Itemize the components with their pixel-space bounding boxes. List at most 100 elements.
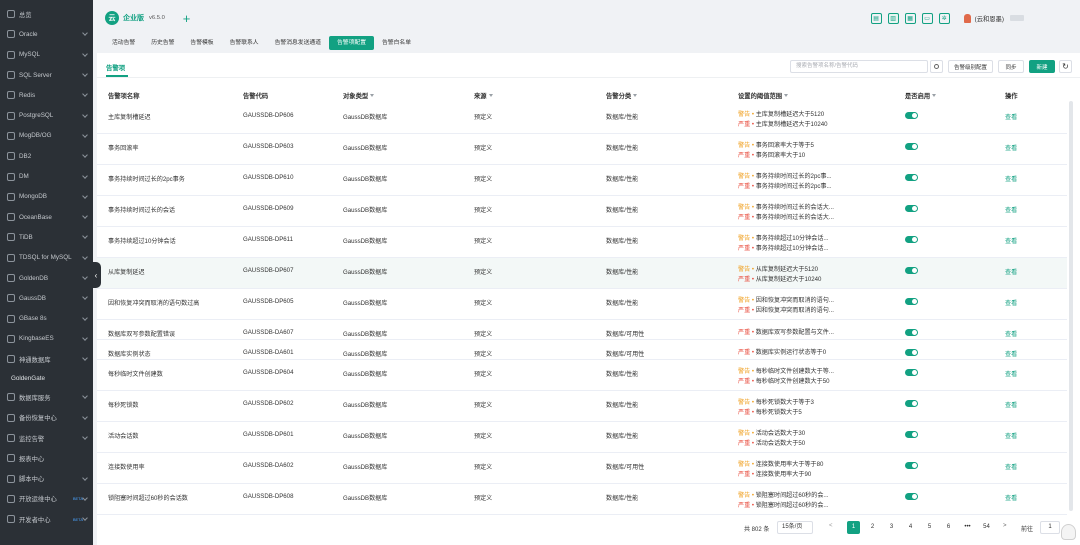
enabled-toggle[interactable] [905, 174, 918, 181]
view-link[interactable]: 查看 [1005, 300, 1017, 307]
sidebar-item[interactable]: 报表中心 [0, 448, 93, 468]
user-menu[interactable]: (云和恩墨) [963, 13, 1024, 23]
sidebar-collapse-button[interactable]: ‹ [91, 262, 101, 288]
view-link[interactable]: 查看 [1005, 207, 1017, 214]
view-link[interactable]: 查看 [1005, 331, 1017, 338]
sidebar-item[interactable]: 数据库服务 [0, 387, 93, 407]
sidebar-item[interactable]: 脚本中心 [0, 469, 93, 489]
assistant-mascot-icon[interactable] [1061, 524, 1076, 540]
add-tab-button[interactable]: + [183, 12, 191, 25]
sidebar-item[interactable]: GoldenDB [0, 268, 93, 288]
enabled-toggle[interactable] [905, 267, 918, 274]
sidebar-item[interactable]: MongoDB [0, 187, 93, 207]
table-row[interactable]: 主库复制槽延迟 GAUSSDB-DP606 GaussDB数据库 预定义 数据库/性能 警… [97, 103, 1067, 134]
enabled-toggle[interactable] [905, 205, 918, 212]
sidebar-item[interactable]: 开放运维中心 BETA [0, 489, 93, 509]
page-ellipsis[interactable]: ••• [961, 521, 974, 534]
filter-icon[interactable] [932, 94, 937, 98]
sidebar-item[interactable]: Redis [0, 85, 93, 105]
view-link[interactable]: 查看 [1005, 464, 1017, 471]
sidebar-item[interactable]: OceanBase [0, 207, 93, 227]
tab[interactable]: 告警消息发送通道 [267, 36, 329, 50]
enabled-toggle[interactable] [905, 349, 918, 356]
settings-gear-icon[interactable]: ✲ [938, 12, 950, 24]
view-link[interactable]: 查看 [1005, 176, 1017, 183]
user-dropdown[interactable] [1010, 15, 1024, 21]
sidebar-item[interactable]: 监控告警 [0, 428, 93, 448]
enabled-toggle[interactable] [905, 369, 918, 376]
sidebar-item[interactable]: MySQL [0, 45, 93, 65]
tab[interactable]: 告警白名单 [374, 36, 419, 50]
view-link[interactable]: 查看 [1005, 351, 1017, 358]
create-button[interactable]: 新建 [1029, 60, 1055, 73]
tab[interactable]: 告警项配置 [329, 36, 374, 50]
table-scrollbar[interactable] [1069, 101, 1073, 511]
view-link[interactable]: 查看 [1005, 433, 1017, 440]
table-row[interactable]: 事务持续时间过长的会话 GAUSSDB-DP609 GaussDB数据库 预定义 数据库… [97, 196, 1067, 227]
enabled-toggle[interactable] [905, 400, 918, 407]
enabled-toggle[interactable] [905, 431, 918, 438]
enabled-toggle[interactable] [905, 298, 918, 305]
tab[interactable]: 历史告警 [143, 36, 182, 50]
alarm-level-config-button[interactable]: 告警级别配置 [948, 60, 993, 73]
sidebar-item[interactable]: DB2 [0, 146, 93, 166]
view-link[interactable]: 查看 [1005, 114, 1017, 121]
table-row[interactable]: 连接数使用率 GAUSSDB-DA602 GaussDB数据库 预定义 数据库/可用性 警… [97, 453, 1067, 484]
sidebar-item[interactable]: Oracle [0, 24, 93, 44]
clipboard-icon[interactable]: ▥ [887, 12, 899, 24]
table-row[interactable]: 事务持续时间过长的2pc事务 GAUSSDB-DP610 GaussDB数据库 预定义… [97, 165, 1067, 196]
sidebar-item[interactable]: KingbaseES [0, 329, 93, 349]
view-link[interactable]: 查看 [1005, 145, 1017, 152]
sidebar-item[interactable]: GBase 8s [0, 308, 93, 328]
monitor-icon[interactable]: ▭ [921, 12, 933, 24]
filter-icon[interactable] [488, 94, 493, 98]
filter-icon[interactable] [633, 94, 638, 98]
sidebar-item[interactable]: 开发者中心 BETA [0, 509, 93, 529]
table-row[interactable]: 锁阻塞时间超过60秒的会话数 GAUSSDB-DP608 GaussDB数据库 预定义… [97, 484, 1067, 515]
sidebar-item[interactable]: GaussDB [0, 288, 93, 308]
refresh-button[interactable]: ↻ [1059, 60, 1072, 73]
sidebar-item[interactable]: 神通数据库 [0, 349, 93, 369]
view-link[interactable]: 查看 [1005, 269, 1017, 276]
prev-page-button[interactable]: < [829, 523, 833, 529]
table-row[interactable]: 每秒临时文件创建数 GAUSSDB-DP604 GaussDB数据库 预定义 数据库/性… [97, 360, 1067, 391]
sidebar-item[interactable]: DM [0, 166, 93, 186]
sidebar-item[interactable]: 备份恢复中心 [0, 408, 93, 428]
page-number[interactable]: 1 [847, 521, 860, 534]
page-number[interactable]: 6 [942, 521, 955, 534]
table-row[interactable]: 活动会话数 GAUSSDB-DP601 GaussDB数据库 预定义 数据库/性能 警告 … [97, 422, 1067, 453]
page-number[interactable]: 4 [904, 521, 917, 534]
table-row[interactable]: 每秒死锁数 GAUSSDB-DP602 GaussDB数据库 预定义 数据库/性能 警告 … [97, 391, 1067, 422]
calendar-icon[interactable]: ▦ [904, 12, 916, 24]
enabled-toggle[interactable] [905, 329, 918, 336]
table-row[interactable]: 因和恢复冲突而取消的语句数过高 GAUSSDB-DP605 GaussDB数据库 预定… [97, 289, 1067, 320]
sync-button[interactable]: 同步 [998, 60, 1024, 73]
table-row[interactable]: 数据库实例状态 GAUSSDB-DA601 GaussDB数据库 预定义 数据库/可用性… [97, 340, 1067, 360]
view-link[interactable]: 查看 [1005, 371, 1017, 378]
page-number[interactable]: 2 [866, 521, 879, 534]
enabled-toggle[interactable] [905, 236, 918, 243]
filter-icon[interactable] [784, 94, 789, 98]
table-row[interactable]: 数据库双写参数配置错误 GAUSSDB-DA607 GaussDB数据库 预定义 数据库… [97, 320, 1067, 340]
enabled-toggle[interactable] [905, 493, 918, 500]
tab[interactable]: 告警联系人 [222, 36, 267, 50]
enabled-toggle[interactable] [905, 143, 918, 150]
enabled-toggle[interactable] [905, 112, 918, 119]
sidebar-item[interactable]: GoldenGate [0, 369, 93, 387]
search-input[interactable]: 搜索告警项名称/告警代码 [790, 60, 928, 73]
page-number[interactable]: 3 [885, 521, 898, 534]
sidebar-item[interactable]: 总览 [0, 4, 93, 24]
document-icon[interactable]: ▤ [870, 12, 882, 24]
view-link[interactable]: 查看 [1005, 238, 1017, 245]
sidebar-item[interactable]: PostgreSQL [0, 105, 93, 125]
sidebar-item[interactable]: TDSQL for MySQL [0, 248, 93, 268]
next-page-button[interactable]: > [1003, 523, 1007, 529]
sidebar-item[interactable]: TiDB [0, 227, 93, 247]
table-row[interactable]: 从库复制延迟 GAUSSDB-DP607 GaussDB数据库 预定义 数据库/性能 警告… [97, 258, 1067, 289]
sidebar-item[interactable]: SQL Server [0, 65, 93, 85]
enabled-toggle[interactable] [905, 462, 918, 469]
page-number[interactable]: 5 [923, 521, 936, 534]
tab[interactable]: 告警模板 [182, 36, 221, 50]
view-link[interactable]: 查看 [1005, 495, 1017, 502]
table-row[interactable]: 事务回滚率 GAUSSDB-DP603 GaussDB数据库 预定义 数据库/性能 警告 … [97, 134, 1067, 165]
